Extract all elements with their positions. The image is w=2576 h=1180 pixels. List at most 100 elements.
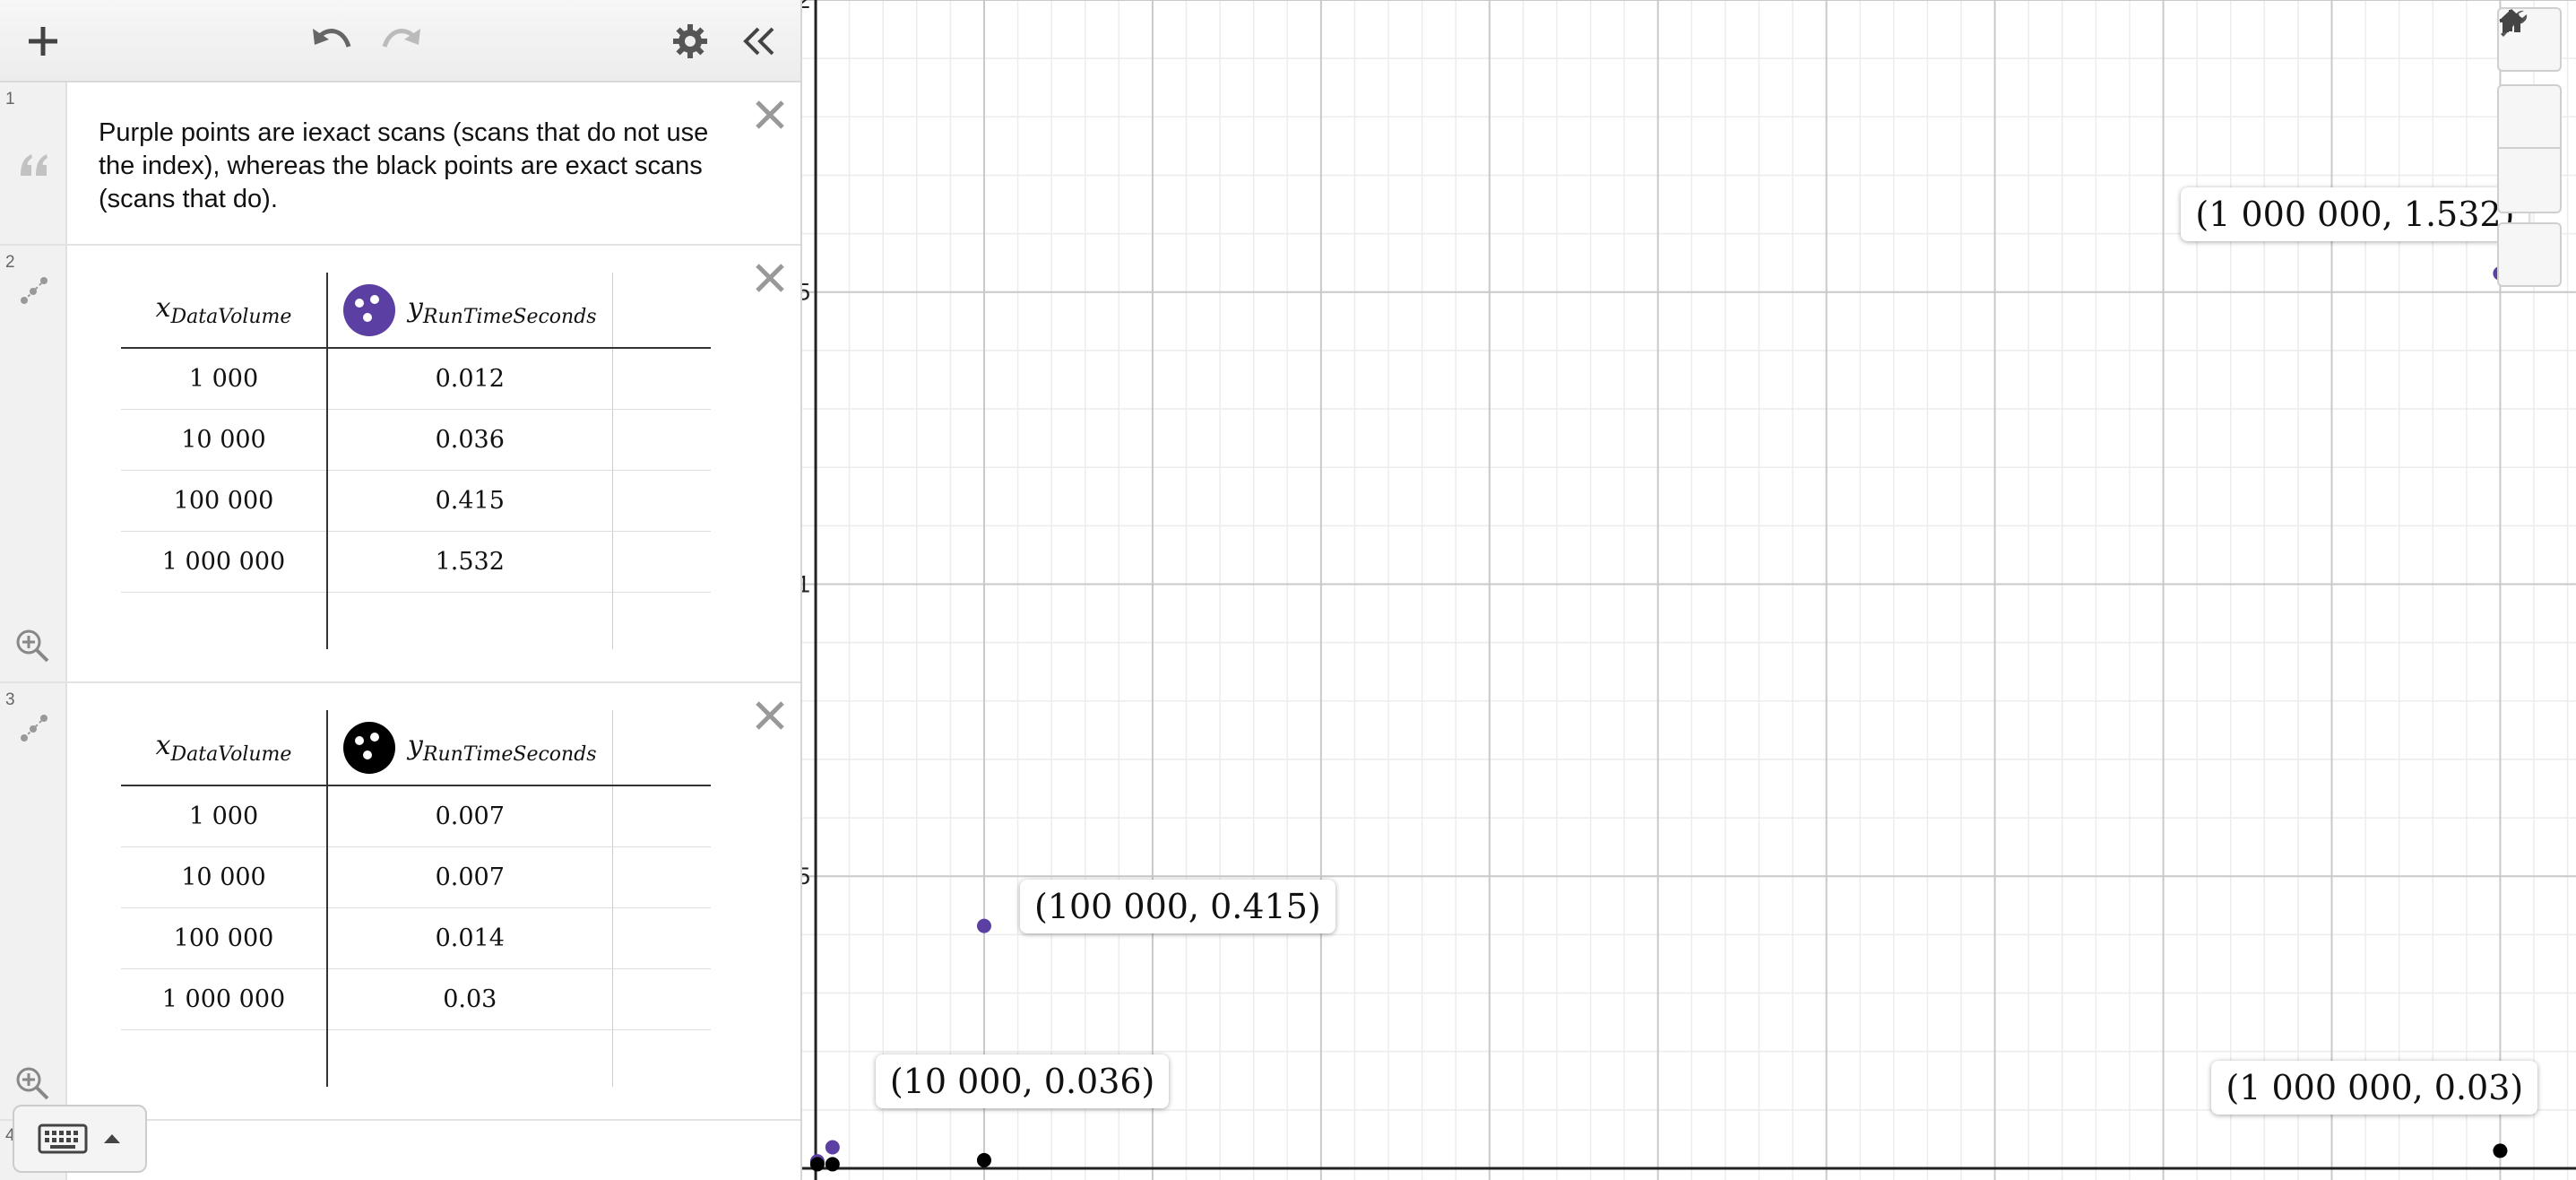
y-tick-label: 0.5 <box>802 863 810 889</box>
graph-canvas[interactable]: 0100000200000300000400000500000600000700… <box>802 0 2576 1180</box>
zoom-fit-icon <box>16 629 49 663</box>
y-cell[interactable]: 1.532 <box>327 531 613 593</box>
x-column-header[interactable]: xDataVolume <box>121 710 328 786</box>
data-point <box>976 1152 991 1167</box>
double-chevron-left-icon <box>743 27 774 56</box>
table-row: 1 000 000 0.03 <box>121 968 711 1030</box>
table-row: 100 000 0.014 <box>121 907 711 969</box>
expression-toolbar <box>0 0 800 82</box>
zoom-in-button[interactable] <box>2497 10 2562 149</box>
empty-cell[interactable] <box>612 348 711 410</box>
data-table: xDataVolume yRunTimeSeconds 1 000 0.007 1… <box>121 710 711 1087</box>
add-item-button[interactable] <box>14 13 72 70</box>
empty-cell[interactable] <box>612 846 711 908</box>
empty-cell[interactable] <box>612 1029 711 1087</box>
y-column-header[interactable]: yRunTimeSeconds <box>327 273 613 349</box>
point-coordinate-label[interactable]: (1 000 000, 0.03) <box>2211 1061 2538 1115</box>
note-text[interactable]: Purple points are iexact scans (scans th… <box>99 117 726 216</box>
expression-table-purple[interactable]: 2 xDataVolume yRunTimeSeconds 1 000 0.012… <box>0 246 800 683</box>
y-tick-label: 2 <box>802 0 810 13</box>
keyboard-toggle-button[interactable] <box>13 1105 147 1173</box>
graph-tool-stack <box>2497 7 2563 287</box>
close-icon <box>756 264 784 292</box>
x-column-header[interactable]: xDataVolume <box>121 273 328 349</box>
undo-icon <box>313 29 351 48</box>
y-cell[interactable]: 0.03 <box>327 968 613 1030</box>
y-cell[interactable]: 0.036 <box>327 409 613 471</box>
empty-cell[interactable] <box>612 785 711 847</box>
empty-column-header[interactable] <box>612 710 711 786</box>
expression-number: 3 <box>5 690 15 709</box>
default-viewport-button[interactable] <box>2497 9 2562 287</box>
x-cell[interactable]: 100 000 <box>121 470 328 532</box>
empty-column-header[interactable] <box>612 273 711 349</box>
x-cell[interactable]: 10 000 <box>121 409 328 471</box>
point-style-swatch[interactable] <box>342 721 395 774</box>
x-cell[interactable]: 1 000 <box>121 785 328 847</box>
empty-cell[interactable] <box>612 592 711 649</box>
x-cell[interactable] <box>121 592 328 649</box>
redo-icon <box>382 29 420 48</box>
zoom-fit-icon <box>16 1067 49 1100</box>
expression-table-black[interactable]: 3 xDataVolume yRunTimeSeconds 1 000 0.007… <box>0 683 800 1121</box>
point-coordinate-label[interactable]: (1 000 000, 1.532) <box>2181 187 2529 241</box>
empty-cell[interactable] <box>612 531 711 593</box>
zoom-fit-button[interactable] <box>14 1065 50 1101</box>
x-cell[interactable]: 10 000 <box>121 846 328 908</box>
y-column-header[interactable]: yRunTimeSeconds <box>327 710 613 786</box>
empty-cell[interactable] <box>612 470 711 532</box>
zoom-out-button[interactable] <box>2497 19 2562 213</box>
x-cell[interactable]: 100 000 <box>121 907 328 969</box>
empty-cell[interactable] <box>612 968 711 1030</box>
table-row: 10 000 0.007 <box>121 846 711 908</box>
settings-button[interactable] <box>661 13 719 70</box>
x-cell[interactable]: 1 000 000 <box>121 968 328 1030</box>
expression-note[interactable]: 1 Purple points are iexact scans (scans … <box>0 82 800 246</box>
y-cell[interactable]: 0.007 <box>327 785 613 847</box>
data-point <box>809 1157 825 1172</box>
close-icon <box>756 701 784 730</box>
x-cell[interactable]: 1 000 000 <box>121 531 328 593</box>
data-point <box>825 1140 840 1155</box>
plus-icon <box>29 27 57 56</box>
table-row: 10 000 0.036 <box>121 409 711 471</box>
table-icon <box>16 710 52 746</box>
table-row: 1 000 0.012 <box>121 348 711 410</box>
delete-expression-button[interactable] <box>750 95 790 134</box>
point-coordinate-label[interactable]: (10 000, 0.036) <box>875 1054 1170 1108</box>
graph-svg[interactable]: 0100000200000300000400000500000600000700… <box>802 0 2576 1180</box>
delete-expression-button[interactable] <box>750 258 790 298</box>
home-icon <box>2499 9 2524 32</box>
data-point <box>976 918 991 933</box>
expression-number: 1 <box>5 90 15 108</box>
y-cell[interactable]: 0.007 <box>327 846 613 908</box>
y-cell[interactable] <box>327 592 613 649</box>
delete-expression-button[interactable] <box>750 696 790 735</box>
expression-panel: 1 Purple points are iexact scans (scans … <box>0 0 802 1180</box>
table-row-empty <box>121 592 711 649</box>
data-point <box>2493 1143 2508 1158</box>
redo-button[interactable] <box>373 13 430 70</box>
zoom-fit-button[interactable] <box>14 628 50 664</box>
quote-icon <box>16 147 52 183</box>
y-cell[interactable]: 0.012 <box>327 348 613 410</box>
x-cell[interactable] <box>121 1029 328 1087</box>
close-icon <box>756 100 784 129</box>
point-coordinate-label[interactable]: (100 000, 0.415) <box>1019 879 1336 933</box>
point-style-swatch[interactable] <box>342 283 395 336</box>
table-row: 1 000 0.007 <box>121 785 711 847</box>
collapse-panel-button[interactable] <box>730 13 787 70</box>
empty-cell[interactable] <box>612 907 711 969</box>
data-table: xDataVolume yRunTimeSeconds 1 000 0.012 1… <box>121 273 711 649</box>
y-cell[interactable]: 0.014 <box>327 907 613 969</box>
y-cell[interactable] <box>327 1029 613 1087</box>
data-point <box>825 1157 840 1172</box>
caret-up-icon <box>104 1134 120 1143</box>
undo-button[interactable] <box>303 13 360 70</box>
table-row: 100 000 0.415 <box>121 470 711 532</box>
x-cell[interactable]: 1 000 <box>121 348 328 410</box>
y-cell[interactable]: 0.415 <box>327 470 613 532</box>
y-tick-label: 1.5 <box>802 279 810 306</box>
empty-cell[interactable] <box>612 409 711 471</box>
table-row: 1 000 000 1.532 <box>121 531 711 593</box>
